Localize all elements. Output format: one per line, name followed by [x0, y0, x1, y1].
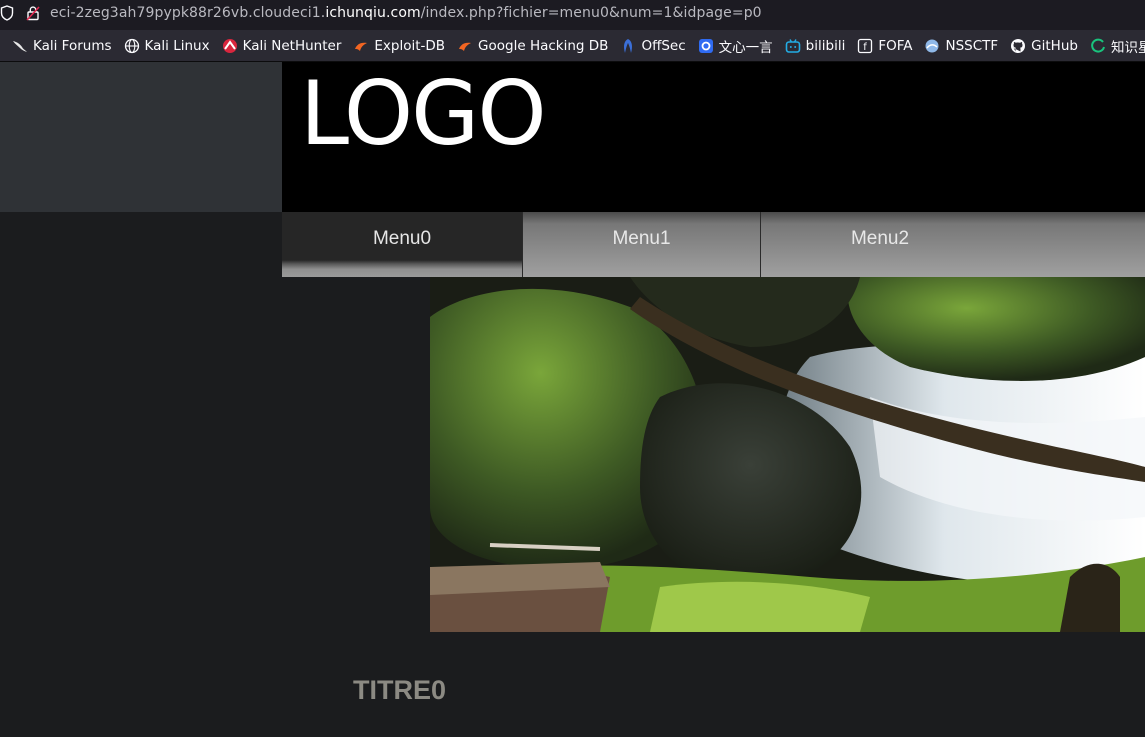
- waterfall-scene: [430, 277, 1145, 632]
- bookmark-label: NSSCTF: [945, 37, 999, 54]
- kali-dragon-icon: [12, 38, 28, 54]
- bookmark-fofa[interactable]: f FOFA: [857, 38, 912, 54]
- nssctf-icon: [924, 38, 940, 54]
- offsec-icon: [620, 38, 636, 54]
- github-icon: [1010, 38, 1026, 54]
- bookmark-label: Google Hacking DB: [478, 37, 609, 54]
- bookmarks-toolbar: Kali Forums Kali Linux Kali NetHunter Ex…: [0, 30, 1145, 62]
- bookmark-label: Kali Linux: [144, 37, 210, 54]
- nav-menu0[interactable]: Menu0: [282, 212, 522, 277]
- bookmark-nssctf[interactable]: NSSCTF: [924, 38, 998, 54]
- bookmark-label: Kali Forums: [33, 37, 112, 54]
- bookmark-label: bilibili: [805, 37, 846, 54]
- fofa-icon: f: [857, 38, 873, 54]
- url-suffix: /index.php?fichier=menu0&num=1&idpage=p0: [420, 4, 762, 21]
- nethunter-icon: [222, 38, 238, 54]
- bookmark-label: GitHub: [1031, 37, 1078, 54]
- ghdb-icon: [457, 38, 473, 54]
- bookmark-google-hacking-db[interactable]: Google Hacking DB: [457, 38, 608, 54]
- bookmark-exploit-db[interactable]: Exploit-DB: [353, 38, 445, 54]
- bookmark-label: Kali NetHunter: [242, 37, 342, 54]
- nav-menu2[interactable]: Menu2: [760, 212, 1145, 277]
- zsxq-icon: [1090, 38, 1106, 54]
- site-header: LOGO: [282, 62, 1145, 212]
- exploitdb-icon: [353, 38, 369, 54]
- bookmark-label: Exploit-DB: [374, 37, 446, 54]
- bookmark-label: FOFA: [878, 37, 913, 54]
- left-panel: [0, 62, 282, 212]
- bookmark-kali-forums[interactable]: Kali Forums: [12, 38, 112, 54]
- bookmark-wenxin[interactable]: 文心一言: [698, 36, 773, 56]
- bookmark-label: OffSec: [641, 37, 686, 54]
- bookmark-bilibili[interactable]: bilibili: [785, 37, 846, 54]
- main-nav: Menu0 Menu1 Menu2: [282, 212, 1145, 277]
- bookmark-kali-linux[interactable]: Kali Linux: [124, 38, 210, 54]
- waterfall-photo: [430, 277, 1145, 632]
- web-page: LOGO Menu0 Menu1 Menu2 TITRE0: [0, 62, 1145, 737]
- address-bar[interactable]: eci-2zeg3ah79pypk88r26vb.cloudeci1.ichun…: [0, 0, 1145, 25]
- bookmark-offsec[interactable]: OffSec: [620, 37, 686, 54]
- nav-menu1[interactable]: Menu1: [522, 212, 760, 277]
- page-title: TITRE0: [353, 675, 447, 705]
- bookmark-github[interactable]: GitHub: [1010, 38, 1078, 54]
- url-text[interactable]: eci-2zeg3ah79pypk88r26vb.cloudeci1.ichun…: [50, 5, 762, 21]
- site-logo[interactable]: LOGO: [300, 70, 547, 158]
- bookmark-kali-nethunter[interactable]: Kali NetHunter: [222, 37, 342, 54]
- url-prefix: eci-2zeg3ah79pypk88r26vb.cloudeci1.: [50, 4, 326, 21]
- svg-text:f: f: [864, 42, 868, 53]
- bilibili-icon: [785, 38, 801, 54]
- globe-icon: [124, 38, 140, 54]
- bookmark-label: 知识星球: [1110, 39, 1145, 56]
- insecure-lock-icon[interactable]: [26, 5, 40, 21]
- bookmark-zsxq[interactable]: 知识星球: [1090, 36, 1145, 56]
- wenxin-icon: [698, 38, 714, 54]
- url-domain: ichunqiu.com: [325, 4, 421, 21]
- tracking-shield-icon[interactable]: [0, 4, 14, 21]
- bookmark-label: 文心一言: [718, 39, 773, 56]
